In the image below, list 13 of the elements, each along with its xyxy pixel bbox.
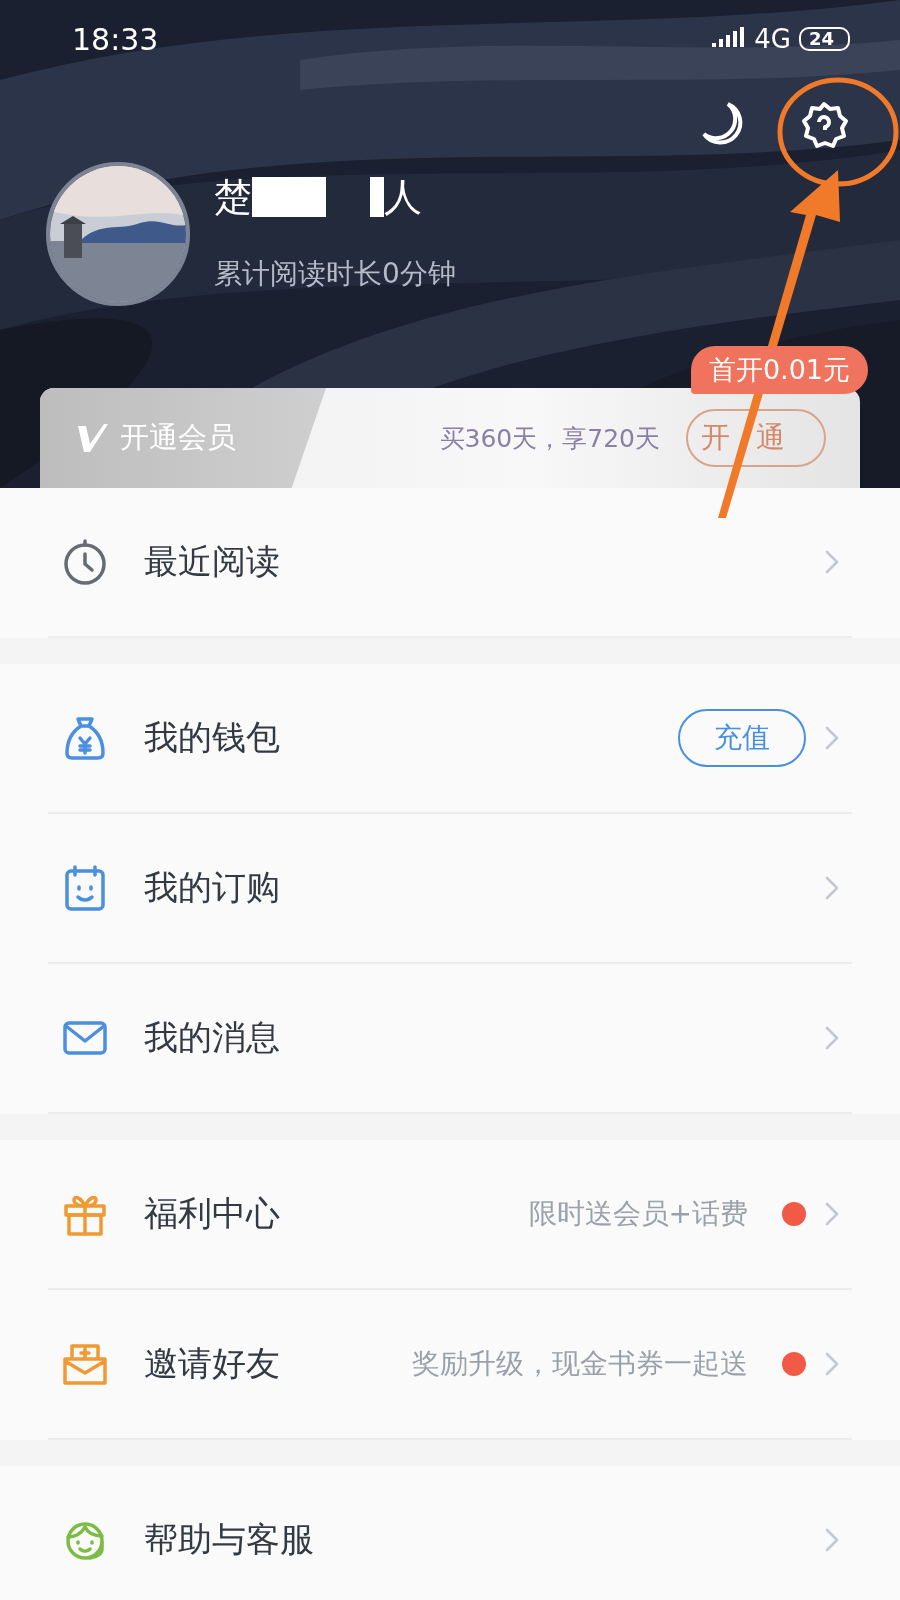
menu-label: 邀请好友 bbox=[144, 1342, 280, 1385]
menu-item[interactable]: 我的钱包 充值 bbox=[48, 664, 852, 814]
menu-label: 我的钱包 bbox=[144, 716, 280, 759]
menu-item[interactable]: 福利中心 限时送会员+话费 bbox=[48, 1140, 852, 1290]
menu-label: 我的消息 bbox=[144, 1016, 280, 1059]
menu-item[interactable]: 帮助与客服 bbox=[48, 1466, 852, 1600]
menu-label: 帮助与客服 bbox=[144, 1518, 314, 1561]
menu-hint: 限时送会员+话费 bbox=[528, 1196, 748, 1232]
menu-label: 福利中心 bbox=[144, 1192, 280, 1235]
menu-label: 最近阅读 bbox=[144, 540, 280, 583]
menu-label: 我的订购 bbox=[144, 866, 280, 909]
menu-hint: 奖励升级，现金书券一起送 bbox=[412, 1346, 748, 1382]
menu-item[interactable]: 我的订购 bbox=[48, 814, 852, 964]
